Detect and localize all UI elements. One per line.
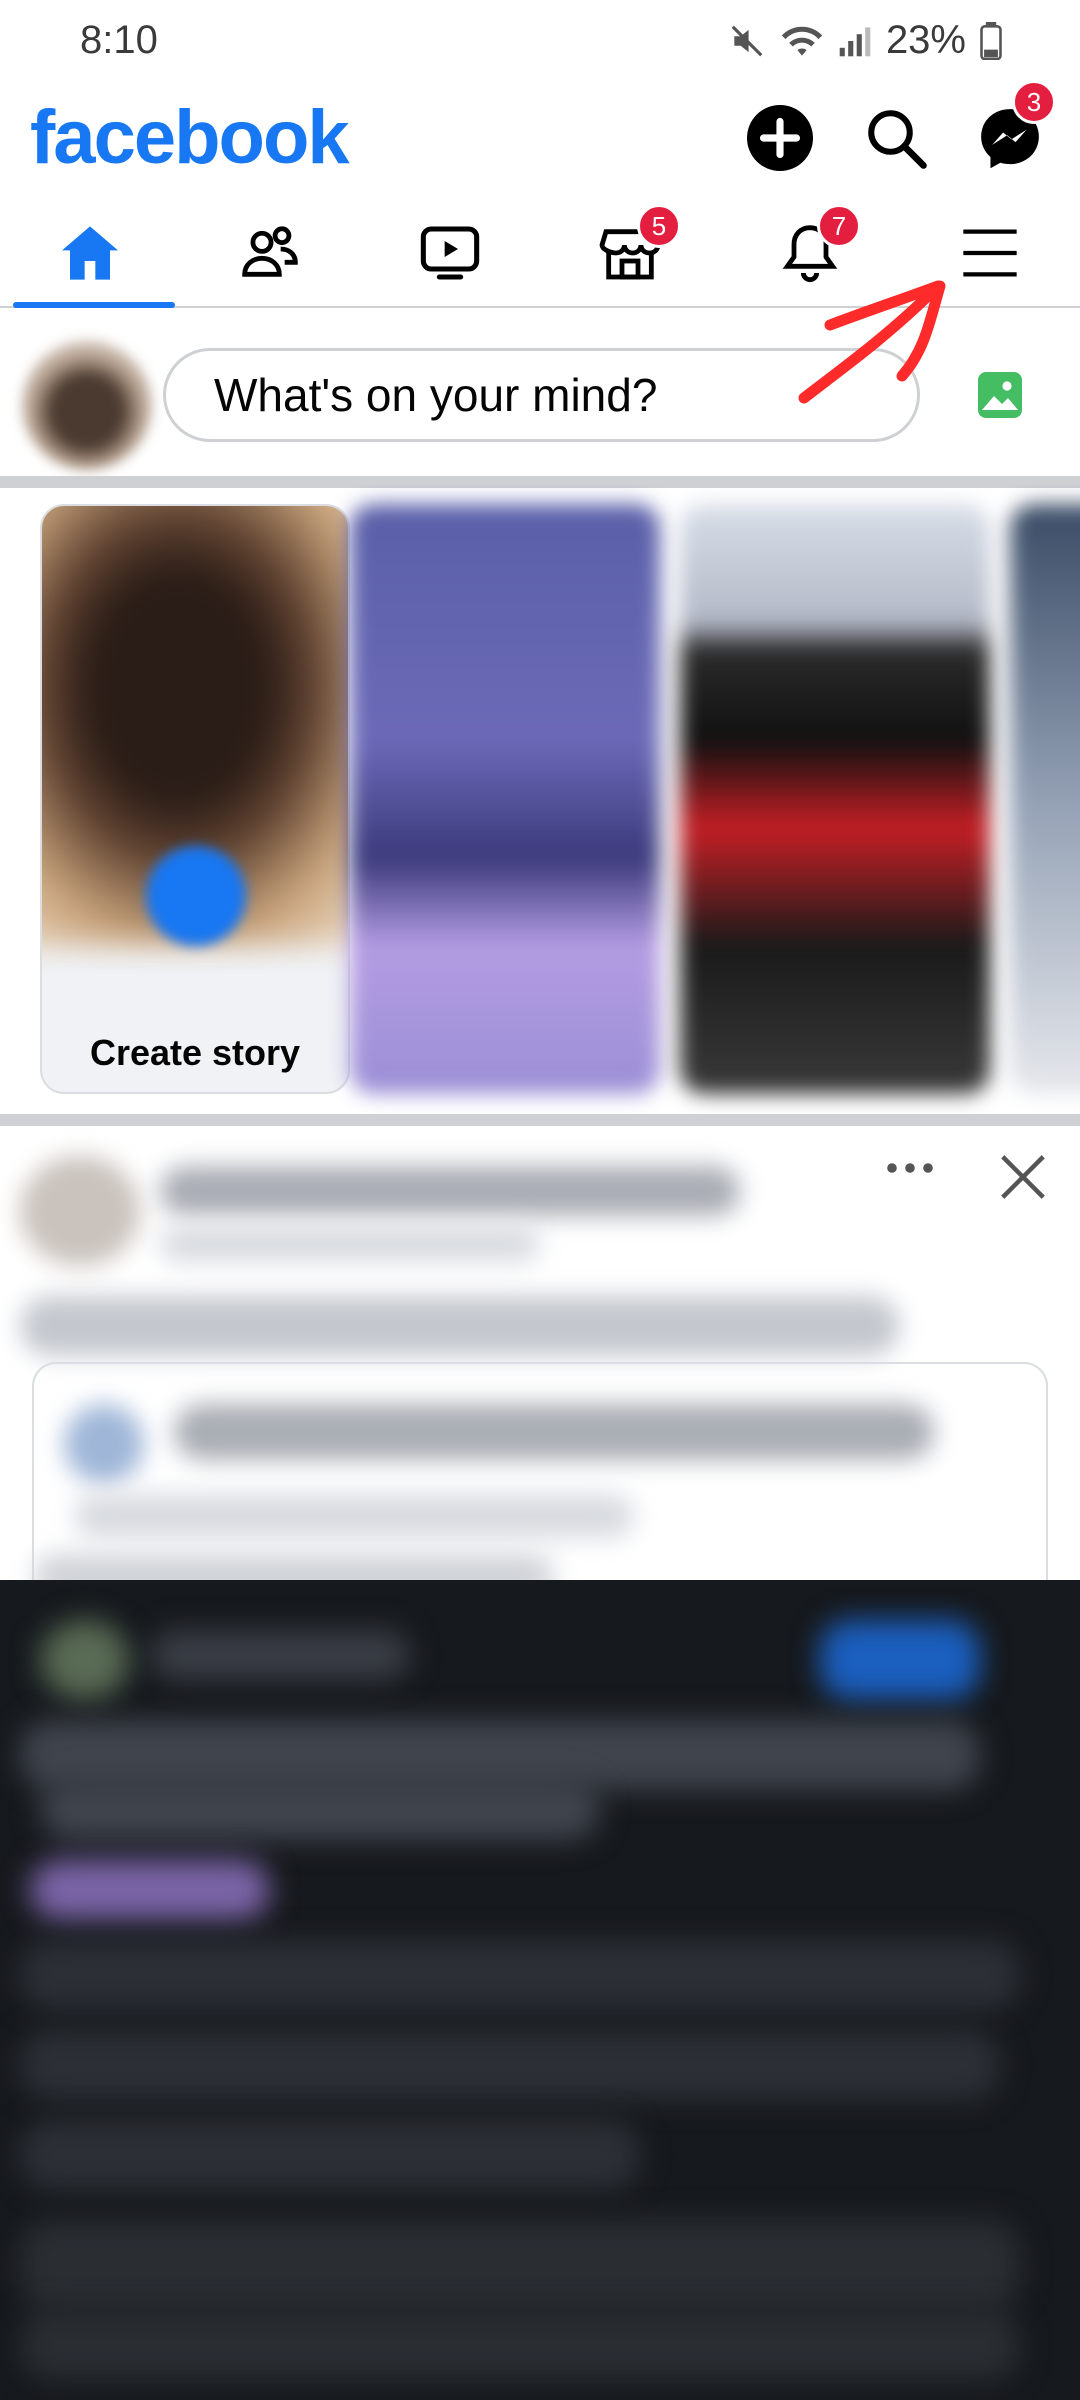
media-line (20, 1940, 1020, 2010)
video-icon (420, 226, 480, 280)
media-line (20, 2310, 1020, 2380)
create-story-label: Create story (89, 1032, 301, 1073)
menu-icon (963, 229, 1017, 277)
status-time: 8:10 (80, 18, 158, 62)
media-button[interactable] (820, 1620, 980, 1700)
app-header: facebook 3 (0, 80, 1080, 208)
status-bar: 8:10 23% (0, 0, 1080, 92)
media-tag (30, 1860, 270, 1920)
more-icon (887, 1163, 933, 1173)
add-story-icon[interactable] (146, 846, 246, 946)
home-icon (62, 226, 118, 280)
media-line (20, 2120, 640, 2190)
tab-friends[interactable] (185, 200, 355, 306)
shared-post-meta (74, 1494, 634, 1538)
tab-marketplace[interactable]: 5 (545, 200, 715, 306)
media-title (150, 1630, 410, 1680)
story-card[interactable] (1010, 504, 1080, 1094)
post-meta (160, 1226, 540, 1262)
stories-tray: Create story (0, 484, 1080, 1114)
post-close-button[interactable] (996, 1150, 1050, 1204)
media-line (20, 2030, 1000, 2100)
section-divider (0, 1114, 1080, 1126)
marketplace-badge: 5 (637, 204, 681, 248)
shared-post-avatar (64, 1404, 144, 1484)
post-author-avatar[interactable] (20, 1156, 140, 1266)
story-card[interactable] (680, 504, 990, 1094)
status-icons: 23% (728, 18, 1002, 63)
facebook-logo[interactable]: facebook (30, 100, 350, 176)
post-text (20, 1296, 900, 1356)
active-tab-indicator (13, 302, 175, 308)
annotation-arrow (798, 280, 946, 404)
close-icon (1001, 1155, 1045, 1199)
search-button[interactable] (856, 98, 936, 178)
search-icon (868, 110, 927, 169)
tab-home[interactable] (5, 200, 175, 308)
media-avatar (40, 1620, 130, 1700)
photo-button[interactable] (976, 370, 1024, 420)
battery-percent: 23% (885, 18, 966, 62)
story-card[interactable] (350, 504, 660, 1094)
mute-icon (731, 25, 763, 56)
media-line (40, 1780, 600, 1840)
post-more-button[interactable] (880, 1148, 940, 1188)
friends-icon (242, 226, 298, 277)
feed-post (0, 1126, 1080, 1586)
signal-icon (839, 26, 871, 56)
profile-avatar[interactable] (22, 340, 152, 470)
create-story-card[interactable]: Create story (40, 504, 350, 1094)
media-line (20, 2220, 1020, 2310)
messenger-badge: 3 (1012, 80, 1056, 124)
notifications-badge: 7 (817, 204, 861, 248)
messenger-button[interactable]: 3 (970, 80, 1056, 178)
embedded-media[interactable] (0, 1580, 1080, 2400)
shared-post-card[interactable] (32, 1362, 1048, 1586)
create-button[interactable] (740, 98, 820, 178)
create-icon (747, 105, 813, 171)
photo-icon (978, 372, 1022, 418)
battery-icon (980, 21, 1002, 60)
shared-post-author (174, 1404, 934, 1460)
post-author-name (160, 1166, 740, 1216)
wifi-icon (781, 26, 823, 56)
tab-video[interactable] (365, 200, 535, 306)
